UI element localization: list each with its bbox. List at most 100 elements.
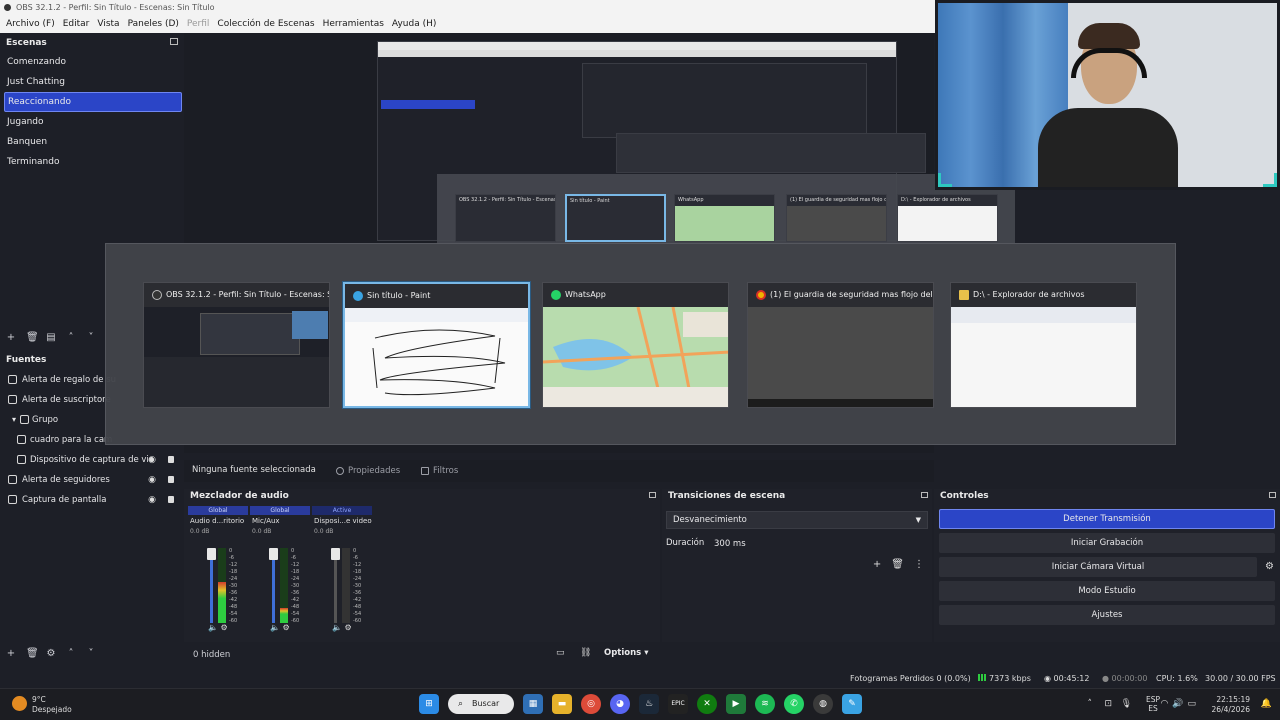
add-icon[interactable]: + [6,332,16,343]
whatsapp-icon[interactable]: ✆ [784,694,804,714]
menu-paneles[interactable]: Paneles (D) [124,19,183,29]
controls-dock: Controles Detener Transmisión Iniciar Gr… [934,489,1280,642]
signal-icon [978,674,986,681]
epic-games-icon[interactable]: EPIC [668,694,688,714]
gear-icon[interactable]: ⚙ [46,648,56,659]
link-icon[interactable]: ⛓ [580,648,591,658]
add-icon[interactable]: + [6,648,16,659]
clock[interactable]: 22:15:19 26/4/2026 [1212,695,1250,715]
usb-icon[interactable]: ⊡ [1104,699,1112,709]
window-card-whatsapp[interactable]: WhatsApp [542,282,729,408]
settings-button[interactable]: Ajustes [939,605,1275,625]
menu-ayuda[interactable]: Ayuda (H) [388,19,440,29]
windows-start-icon[interactable]: ⊞ [419,694,439,714]
window-card-youtube[interactable]: (1) El guardia de seguridad mas flojo de… [747,282,934,408]
menu-herramientas[interactable]: Herramientas [319,19,388,29]
scene-item-selected[interactable]: Reaccionando [4,92,182,112]
channel-name[interactable]: Mic/Aux [250,515,310,528]
eye-icon[interactable]: ◉ [148,470,156,490]
studio-mode-button[interactable]: Modo Estudio [939,581,1275,601]
channel-name[interactable]: Disposi...e video [312,515,372,528]
chevron-up-icon[interactable]: ˄ [1088,699,1093,709]
properties-button[interactable]: Propiedades [336,463,400,479]
undock-icon[interactable] [649,492,656,498]
widgets-icon[interactable]: ▦ [523,694,543,714]
speaker-muted-icon[interactable]: 🔈 [332,623,342,632]
channel-name[interactable]: Audio d...ritorio [188,515,248,528]
speaker-icon[interactable]: 🔈 [208,623,218,632]
lock-icon[interactable] [168,476,174,483]
xbox-icon[interactable]: ✕ [697,694,717,714]
gear-icon[interactable]: ⚙ [221,623,228,632]
window-card-paint[interactable]: Sin título - Paint [342,281,531,409]
stop-stream-button[interactable]: Detener Transmisión [939,509,1275,529]
scene-item[interactable]: Jugando [4,112,182,132]
source-item[interactable]: Dispositivo de captura de vic ◉ [4,450,182,470]
menu-perfil[interactable]: Perfil [183,19,214,29]
scene-item[interactable]: Banquen [4,132,182,152]
scene-item[interactable]: Comenzando [4,52,182,72]
gear-icon[interactable]: ⚙ [345,623,352,632]
language-indicator[interactable]: ESP ES [1146,695,1160,713]
person [1038,108,1178,187]
filters-button[interactable]: Filtros [421,463,458,479]
file-explorer-icon[interactable]: ▬ [552,694,572,714]
source-item[interactable]: Alerta de seguidores ◉ [4,470,182,490]
steam-icon[interactable]: ♨ [639,694,659,714]
spotify-icon[interactable]: ≋ [755,694,775,714]
move-down-icon[interactable]: ˅ [86,332,96,343]
notification-bell-icon[interactable]: 🔔 [1261,699,1272,709]
channel-db: 0.0 dB [314,528,334,535]
undock-icon[interactable] [921,492,928,498]
undock-icon[interactable] [1269,492,1276,498]
network-volume-icons[interactable]: ◠🔊▭ [1160,699,1200,709]
gear-icon[interactable]: ⚙ [283,623,290,632]
speaker-icon[interactable]: 🔈 [270,623,280,632]
fader-knob[interactable] [269,548,278,560]
live-time: ◉ 00:45:12 [1044,674,1090,683]
paint-icon[interactable]: ✎ [842,694,862,714]
virtual-camera-button[interactable]: Iniciar Cámara Virtual [939,557,1257,577]
filter-icon[interactable]: ▤ [46,332,56,343]
app-icon[interactable]: ▶ [726,694,746,714]
menu-editar[interactable]: Editar [59,19,94,29]
menu-coleccion[interactable]: Colección de Escenas [213,19,318,29]
mini-window-card: D:\ - Explorador de archivos [897,194,998,242]
window-card-obs[interactable]: OBS 32.1.2 - Perfil: Sin Título - Escena… [143,282,330,408]
obs-icon[interactable]: ◍ [813,694,833,714]
move-down-icon[interactable]: ˅ [86,648,96,659]
bitrate: 7373 kbps [978,674,1031,683]
duration-input[interactable]: 300 ms [710,535,928,553]
gear-icon[interactable]: ⚙ [1265,561,1274,572]
lock-icon[interactable] [168,456,174,463]
trash-icon[interactable]: 🗑 [26,332,39,343]
weather-widget[interactable]: 9°C Despejado [12,695,72,715]
start-recording-button[interactable]: Iniciar Grabación [939,533,1275,553]
search-button[interactable]: ⌕ Buscar [448,694,514,714]
fader-knob[interactable] [331,548,340,560]
chevron-down-icon[interactable]: ▾ [12,410,16,430]
trash-icon[interactable]: 🗑 [26,648,39,659]
trash-icon[interactable]: 🗑 [891,559,904,570]
options-button[interactable]: Options ▾ [604,648,648,658]
menu-vista[interactable]: Vista [93,19,123,29]
eye-icon[interactable]: ◉ [148,450,156,470]
microphone-icon[interactable]: 🎙 [1121,699,1132,709]
source-item[interactable]: Captura de pantalla ◉ [4,490,182,510]
scene-item[interactable]: Just Chatting [4,72,182,92]
add-icon[interactable]: + [873,559,881,570]
window-card-explorer[interactable]: D:\ - Explorador de archivos [950,282,1137,408]
chrome-icon[interactable]: ◎ [581,694,601,714]
transition-select[interactable]: Desvanecimiento ▼ [666,511,928,529]
menu-archivo[interactable]: Archivo (F) [2,19,59,29]
more-icon[interactable]: ⋮ [914,559,924,570]
layout-icon[interactable]: ▭ [556,648,565,658]
lock-icon[interactable] [168,496,174,503]
move-up-icon[interactable]: ˄ [66,648,76,659]
scene-item[interactable]: Terminando [4,152,182,172]
fader-knob[interactable] [207,548,216,560]
discord-icon[interactable]: ◕ [610,694,630,714]
eye-icon[interactable]: ◉ [148,490,156,510]
undock-icon[interactable] [170,38,178,45]
move-up-icon[interactable]: ˄ [66,332,76,343]
